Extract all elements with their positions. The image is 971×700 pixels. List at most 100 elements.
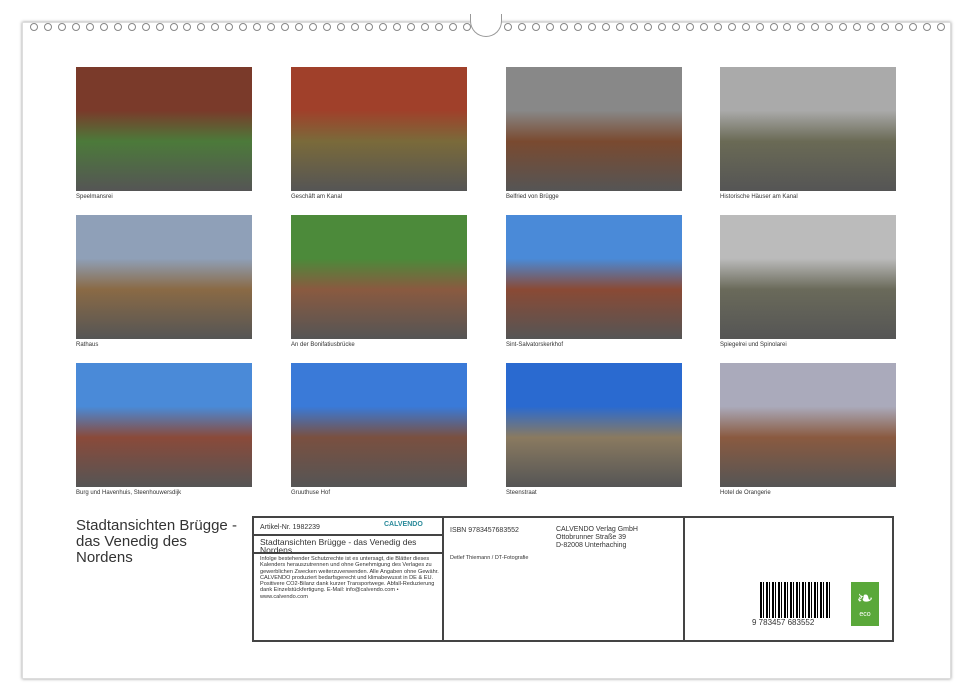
photo [291,215,467,339]
publisher-name: CALVENDO Verlag GmbH [556,526,638,534]
binding-hole [937,23,945,31]
binding-hole [114,23,122,31]
eco-label: ❧eco [851,582,879,626]
binding-hole [86,23,94,31]
binding-hole [449,23,457,31]
barcode [760,582,832,618]
binding-hole [923,23,931,31]
photo [506,215,682,339]
binding-hole [407,23,415,31]
publisher-city: D-82008 Unterhaching [556,542,626,550]
photo [76,67,252,191]
photo-caption: Burg und Havenhuis, Steenhouwersdijk [76,490,181,496]
binding-hole [239,23,247,31]
binding-hole [142,23,150,31]
binding-hole [560,23,568,31]
binding-hole [853,23,861,31]
binding-hole [672,23,680,31]
binding-hole [323,23,331,31]
binding-hole [156,23,164,31]
photo [506,363,682,487]
binding-hole [839,23,847,31]
publisher-street: Ottobrunner Straße 39 [556,534,626,542]
binding-hole [170,23,178,31]
photo [76,363,252,487]
photo-caption: Steenstraat [506,490,537,496]
binding-hole [100,23,108,31]
binding-hole [532,23,540,31]
binding-hole [714,23,722,31]
binding-hole [281,23,289,31]
binding-hole [309,23,317,31]
photo-caption: Geschäft am Kanal [291,194,342,200]
binding-hole [518,23,526,31]
binding-hole [546,23,554,31]
binding-hole [700,23,708,31]
author: Detlef Thiemann / DT-Fotografie [450,554,528,562]
binding-hole [616,23,624,31]
binding-hole [351,23,359,31]
binding-hole [295,23,303,31]
barcode-number: 9 783457 683552 [752,619,814,627]
calendar-title: Stadtansichten Brügge - das Venedig des … [76,518,246,566]
binding-hole [58,23,66,31]
photo-caption: Belfried von Brügge [506,194,559,200]
calvendo-logo: CALVENDO [384,521,423,529]
binding-hole [30,23,38,31]
legal-text: Infolge bestehender Schutzrechte ist es … [260,556,442,600]
binding-hole [895,23,903,31]
binding-hole [504,23,512,31]
binding-hole [574,23,582,31]
binding-hole [393,23,401,31]
binding-hole [128,23,136,31]
photo-caption: Spiegelrei und Spinolarei [720,342,787,348]
binding-hole [770,23,778,31]
binding-hole [742,23,750,31]
photo [720,67,896,191]
binding-hole [630,23,638,31]
binding-hole [783,23,791,31]
binding-hole [909,23,917,31]
binding-hole [811,23,819,31]
binding-hole [421,23,429,31]
binding-hole [211,23,219,31]
photo [720,363,896,487]
photo [291,363,467,487]
binding-hole [225,23,233,31]
binding-hole [337,23,345,31]
photo [506,67,682,191]
binding-hole [686,23,694,31]
photo-caption: Hotel de Orangerie [720,490,771,496]
product-title: Stadtansichten Brügge - das Venedig des … [260,538,440,554]
isbn: ISBN 9783457683552 [450,527,519,535]
binding-hole [183,23,191,31]
binding-hole [365,23,373,31]
binding-hole [588,23,596,31]
binding-hole [44,23,52,31]
photo-caption: An der Bonifatiusbrücke [291,342,355,348]
binding-hole [825,23,833,31]
photo [720,215,896,339]
binding-hole [253,23,261,31]
photo [291,67,467,191]
binding-hole [602,23,610,31]
binding-hole [756,23,764,31]
binding-hole [267,23,275,31]
binding-hole [658,23,666,31]
photo-caption: Historische Häuser am Kanal [720,194,798,200]
binding-hole [728,23,736,31]
binding-hole [644,23,652,31]
binding-hole [435,23,443,31]
binding-hole [881,23,889,31]
photo-caption: Sint-Salvatorskerkhof [506,342,563,348]
article-number: Artikel-Nr. 1982239 [260,524,320,532]
photo [76,215,252,339]
photo-caption: Rathaus [76,342,98,348]
binding-hole [197,23,205,31]
photo-caption: Gruuthuse Hof [291,490,330,496]
binding-hole [72,23,80,31]
binding-hole [867,23,875,31]
photo-caption: Speelmansrei [76,194,113,200]
binding-hole [797,23,805,31]
binding-hole [379,23,387,31]
